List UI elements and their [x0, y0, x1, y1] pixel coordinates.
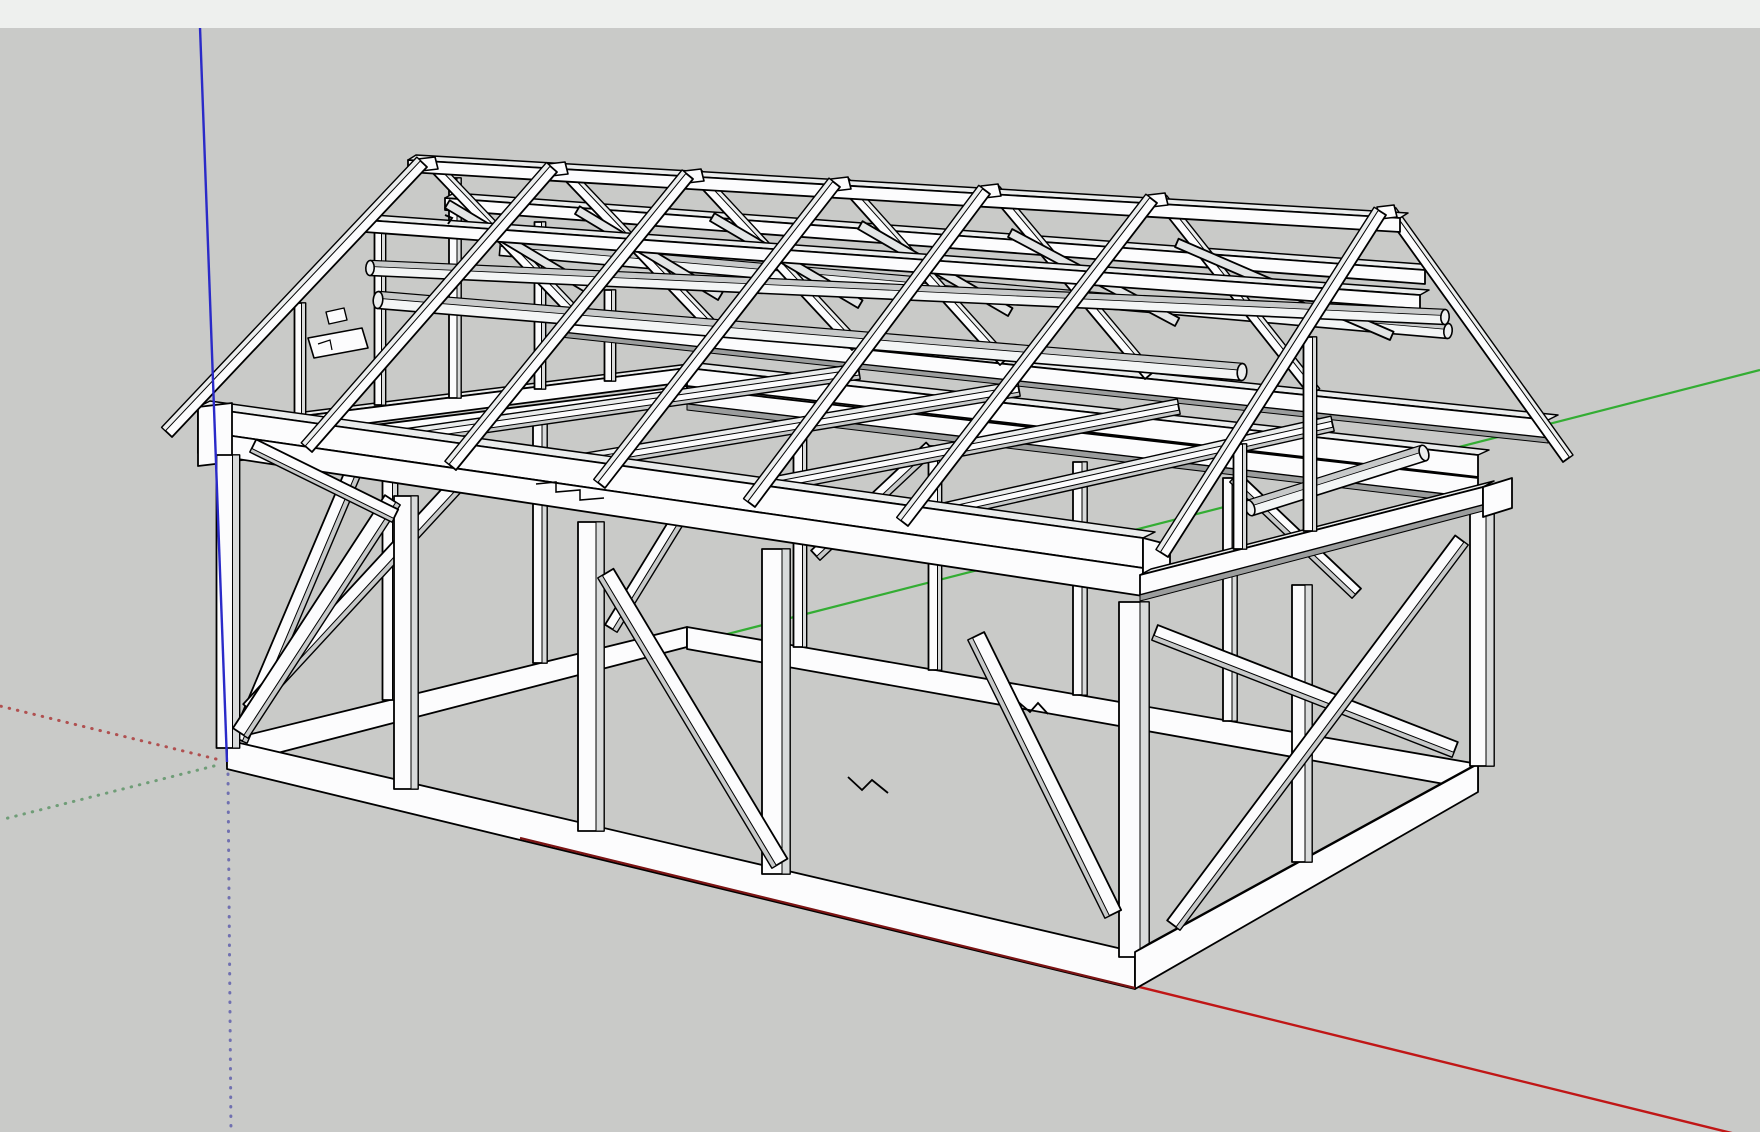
- window-chrome-strip: [0, 0, 1760, 28]
- modeling-viewport[interactable]: [0, 0, 1760, 1132]
- application-window: [0, 0, 1760, 1132]
- scene-svg: [0, 0, 1760, 1132]
- viewport-background: [0, 0, 1760, 1132]
